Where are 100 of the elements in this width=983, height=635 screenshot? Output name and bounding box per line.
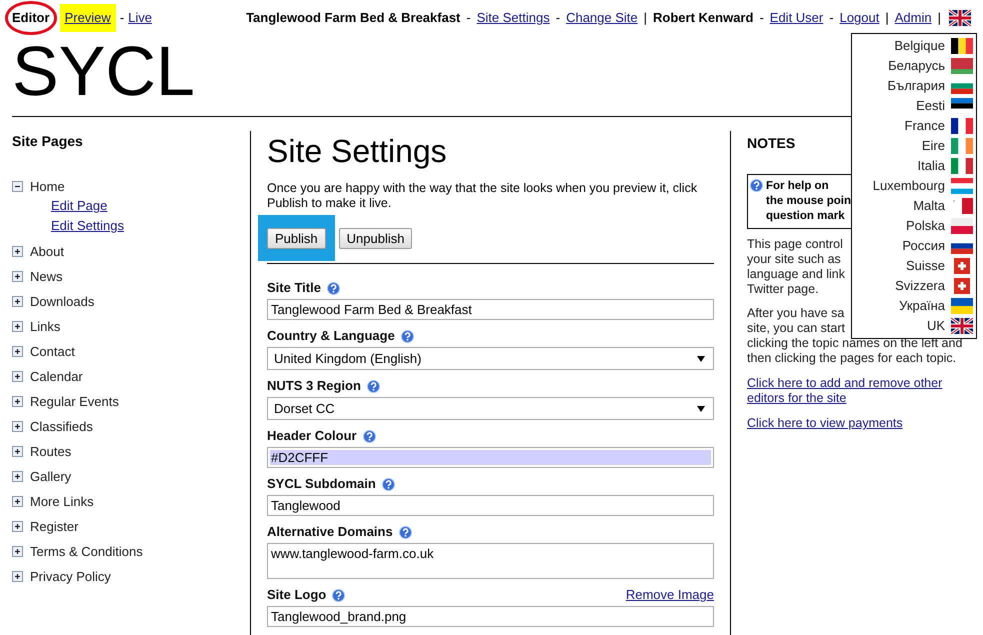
expand-icon[interactable] [12, 471, 23, 482]
page-item[interactable]: More Links [30, 492, 94, 512]
notes-text: site, you can start [747, 321, 845, 336]
remove-image-link[interactable]: Remove Image [626, 585, 714, 605]
language-option[interactable]: Україна [899, 296, 945, 316]
nav-link[interactable]: Logout [840, 8, 880, 28]
help-icon[interactable] [400, 330, 414, 342]
dropdown-field[interactable]: United Kingdom (English) [267, 347, 714, 370]
page-item[interactable]: News [30, 266, 63, 286]
language-option[interactable]: Luxembourg [872, 176, 945, 196]
language-option[interactable]: UK [926, 316, 945, 336]
expand-icon[interactable] [12, 571, 23, 582]
notes-link[interactable]: Click here to view payments [747, 416, 957, 431]
help-icon[interactable] [366, 380, 380, 392]
language-option[interactable]: Россия [902, 236, 945, 256]
nav-link[interactable]: Site Settings [476, 8, 550, 28]
expand-icon[interactable] [12, 346, 23, 357]
notes-text: your site such as [747, 252, 841, 267]
expand-icon[interactable] [12, 271, 23, 282]
collapse-icon[interactable] [12, 181, 23, 192]
text-field[interactable]: Tanglewood Farm Bed & Breakfast [267, 299, 714, 320]
separator: - [829, 9, 834, 28]
language-option[interactable]: България [888, 76, 945, 96]
flag-icon [951, 38, 973, 54]
nav-link[interactable]: Edit User [770, 8, 824, 28]
page-title: Site Settings [267, 133, 448, 169]
page-item[interactable]: Regular Events [30, 392, 119, 412]
expand-icon[interactable] [12, 246, 23, 257]
page-item[interactable]: Home [30, 176, 65, 196]
page-item[interactable]: About [30, 242, 64, 262]
separator: | [644, 9, 648, 28]
field-label: Alternative Domains [267, 523, 393, 542]
nav-link[interactable]: Change Site [566, 8, 638, 28]
notes-link[interactable]: Click here to add and remove other editors for the site [747, 376, 957, 406]
page-item[interactable]: Gallery [30, 466, 72, 486]
page-item[interactable]: Terms & Conditions [30, 542, 143, 562]
language-option[interactable]: Malta [913, 196, 945, 216]
nav-link[interactable]: Admin [894, 8, 932, 28]
flag-icon [951, 298, 973, 314]
language-option[interactable]: Eesti [916, 96, 945, 116]
field-label: SYCL Subdomain [267, 475, 376, 494]
expand-icon[interactable] [12, 496, 23, 507]
language-option[interactable]: France [904, 116, 945, 136]
header-text: Robert Kenward [653, 9, 754, 28]
expand-icon[interactable] [12, 396, 23, 407]
flag-icon [951, 278, 973, 294]
language-option[interactable]: Belgique [894, 36, 945, 56]
expand-icon[interactable] [12, 321, 23, 332]
notes-text: Twitter page. [747, 282, 819, 297]
language-option[interactable]: Беларусь [888, 56, 945, 76]
text-field[interactable]: Tanglewood_brand.png [267, 606, 714, 627]
sub-page-link[interactable]: Edit Settings [51, 216, 124, 236]
page-item[interactable]: Privacy Policy [30, 566, 111, 586]
help-icon[interactable] [382, 478, 395, 490]
separator: - [759, 9, 764, 28]
nav-link[interactable]: Preview [60, 4, 116, 32]
help-icon[interactable] [750, 179, 763, 192]
color-field[interactable]: #D2CFFF [267, 447, 714, 468]
expand-icon[interactable] [12, 371, 23, 382]
expand-icon[interactable] [12, 546, 23, 557]
sub-page-link[interactable]: Edit Page [51, 196, 108, 216]
page-item[interactable]: Calendar [30, 366, 83, 386]
language-option[interactable]: Suisse [906, 256, 945, 276]
publish-button[interactable]: Publish [267, 228, 326, 249]
text-area[interactable]: www.tanglewood-farm.co.uk [267, 543, 714, 579]
field-label: Country & Language [267, 327, 395, 346]
sidebar-title: Site Pages [12, 132, 84, 151]
expand-icon[interactable] [12, 296, 23, 307]
expand-icon[interactable] [12, 521, 23, 532]
help-icon[interactable] [332, 588, 346, 602]
text-field[interactable]: Tanglewood [267, 495, 714, 516]
help-icon[interactable] [398, 526, 412, 538]
site-logo: SYCL [12, 36, 195, 106]
page-item[interactable]: Downloads [30, 292, 94, 312]
dropdown-field[interactable]: Dorset CC [267, 397, 714, 420]
dropdown-arrow-icon [697, 356, 705, 362]
page-item[interactable]: Contact [30, 342, 75, 362]
help-text: For help on the mouse poin question mark [766, 179, 851, 224]
flag-icon [951, 258, 973, 274]
unpublish-button[interactable]: Unpublish [338, 228, 412, 248]
expand-icon[interactable] [12, 446, 23, 457]
language-option[interactable]: Polska [906, 216, 945, 236]
language-option[interactable]: Eire [922, 136, 945, 156]
page-item[interactable]: Links [30, 316, 60, 336]
separator: | [938, 9, 941, 28]
language-option[interactable]: Svizzera [895, 276, 945, 296]
language-option[interactable]: Italia [918, 156, 945, 176]
help-icon[interactable] [362, 430, 376, 442]
flag-icon [951, 198, 973, 214]
page-item[interactable]: Routes [30, 442, 72, 462]
mode-label: Editor [12, 10, 50, 26]
flag-icon[interactable] [949, 10, 971, 26]
help-icon[interactable] [326, 282, 340, 294]
page-item[interactable]: Register [30, 516, 78, 536]
page-item[interactable]: Classifieds [30, 416, 93, 436]
flag-icon [951, 158, 973, 174]
flag-icon [951, 178, 973, 194]
expand-icon[interactable] [12, 421, 23, 432]
nav-link[interactable]: Live [128, 8, 152, 28]
flag-icon [951, 138, 973, 154]
